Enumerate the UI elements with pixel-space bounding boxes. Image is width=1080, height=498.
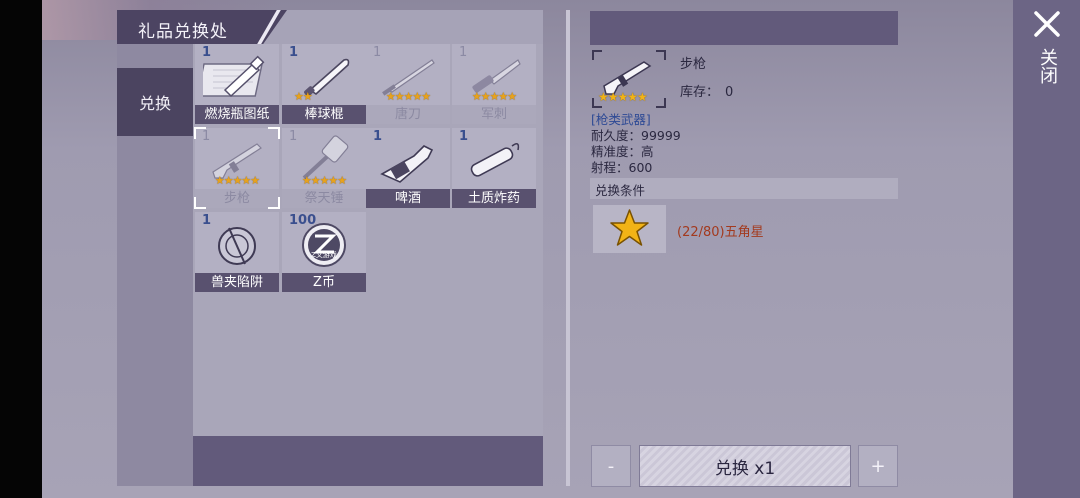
- close-icon[interactable]: [1031, 8, 1063, 40]
- item-label: Z币: [282, 273, 366, 292]
- item-cell-baseball-bat[interactable]: ★★ 1 棒球棍: [282, 44, 366, 124]
- selection-corner: [194, 197, 206, 209]
- stock-label: 库存：: [680, 85, 720, 100]
- item-cell-beast-trap[interactable]: 1 兽夹陷阱: [195, 212, 279, 292]
- item-grid: 1 燃烧瓶图纸 ★★ 1 棒球棍 ★★★★★ 1 唐刀 ★★★★★ 1 军刺 ★…: [193, 44, 543, 436]
- item-count: 1: [289, 45, 299, 60]
- item-label: 燃烧瓶图纸: [195, 105, 279, 124]
- explosive-icon: [470, 142, 520, 177]
- game-screen: 礼品兑换处 兑换 1 燃烧瓶图纸 ★★ 1 棒球棍 ★★★★★ 1 唐刀 ★★★…: [0, 0, 1080, 498]
- exchange-button[interactable]: 兑换 x1: [639, 445, 851, 487]
- item-cell-sacrifice-hammer[interactable]: ★★★★★ 1 祭天锤: [282, 128, 366, 208]
- increase-button[interactable]: +: [858, 445, 898, 487]
- panel-title: 礼品兑换处: [138, 22, 228, 42]
- item-cell-beer[interactable]: 1 啤酒: [366, 128, 450, 208]
- item-cell-molotov-blueprint[interactable]: 1 燃烧瓶图纸: [195, 44, 279, 124]
- tab-exchange[interactable]: 兑换: [117, 68, 193, 136]
- item-count: 1: [289, 129, 298, 144]
- detail-item-frame: ★★★★★: [592, 50, 666, 108]
- item-count: 1: [459, 129, 469, 144]
- decrease-button[interactable]: -: [591, 445, 631, 487]
- item-count: 100: [289, 213, 317, 228]
- item-stars: ★★★★★: [214, 174, 260, 187]
- close-label[interactable]: 关闭: [1036, 48, 1058, 84]
- item-cell-z-coin[interactable]: Z文游戏 100 Z币: [282, 212, 366, 292]
- item-label: 唐刀: [366, 105, 450, 124]
- item-stars: ★★★★★: [471, 90, 517, 103]
- condition-item-slot: [593, 205, 666, 253]
- item-stars: ★★★★★: [301, 174, 347, 187]
- item-label: 祭天锤: [282, 189, 366, 208]
- close-column[interactable]: 关闭: [1013, 0, 1080, 498]
- item-count: 1: [373, 45, 382, 60]
- item-label: 兽夹陷阱: [195, 273, 279, 292]
- item-count: 1: [459, 45, 468, 60]
- condition-title: 兑换条件: [595, 183, 646, 198]
- selection-corner: [194, 127, 206, 139]
- detail-panel: ★★★★★ 步枪 库存： 0 [枪类武器] 耐久度：99999 精准度：高 射程：…: [590, 10, 898, 487]
- condition-text: (22/80)五角星: [677, 225, 764, 240]
- gift-exchange-panel: 礼品兑换处 兑换 1 燃烧瓶图纸 ★★ 1 棒球棍 ★★★★★ 1 唐刀 ★★★…: [117, 10, 543, 486]
- selection-corner: [268, 127, 280, 139]
- detail-header: [590, 11, 898, 45]
- stock-value: 0: [725, 85, 734, 100]
- tab-exchange-label: 兑换: [138, 94, 171, 113]
- sidebar: 兑换: [117, 44, 193, 486]
- item-cell-rifle[interactable]: ★★★★★ 1 步枪: [194, 127, 280, 209]
- item-cell-tang-sword[interactable]: ★★★★★ 1 唐刀: [366, 44, 450, 124]
- star-icon: [610, 209, 649, 246]
- item-label: 军刺: [452, 105, 536, 124]
- grid-footer: [193, 436, 543, 486]
- coin-text: Z文游戏: [311, 251, 337, 259]
- detail-stock: 库存： 0: [680, 81, 733, 100]
- condition-header: 兑换条件: [590, 178, 898, 199]
- item-label: 步枪: [195, 189, 279, 208]
- panel-divider: [566, 10, 570, 486]
- item-label: 土质炸药: [452, 189, 536, 208]
- item-count: 1: [373, 129, 383, 144]
- trap-icon: [218, 227, 256, 265]
- item-cell-earth-explosive[interactable]: 1 土质炸药: [452, 128, 536, 208]
- beer-bottle-icon: [380, 145, 434, 183]
- detail-stars: ★★★★★: [598, 90, 648, 104]
- screen-edge: [0, 0, 42, 498]
- stat-range: 射程：600: [591, 160, 653, 175]
- blueprint-icon: [203, 55, 265, 98]
- item-stars: ★★★★★: [385, 90, 431, 103]
- item-stars: ★★: [294, 90, 313, 103]
- item-count: 1: [202, 45, 212, 60]
- item-cell-bayonet[interactable]: ★★★★★ 1 军刺: [452, 44, 536, 124]
- title-bar: 礼品兑换处: [117, 10, 543, 44]
- item-count: 1: [202, 213, 212, 228]
- item-label: 啤酒: [366, 189, 450, 208]
- selection-corner: [268, 197, 280, 209]
- item-label: 棒球棍: [282, 105, 366, 124]
- detail-item-name: 步枪: [680, 57, 707, 72]
